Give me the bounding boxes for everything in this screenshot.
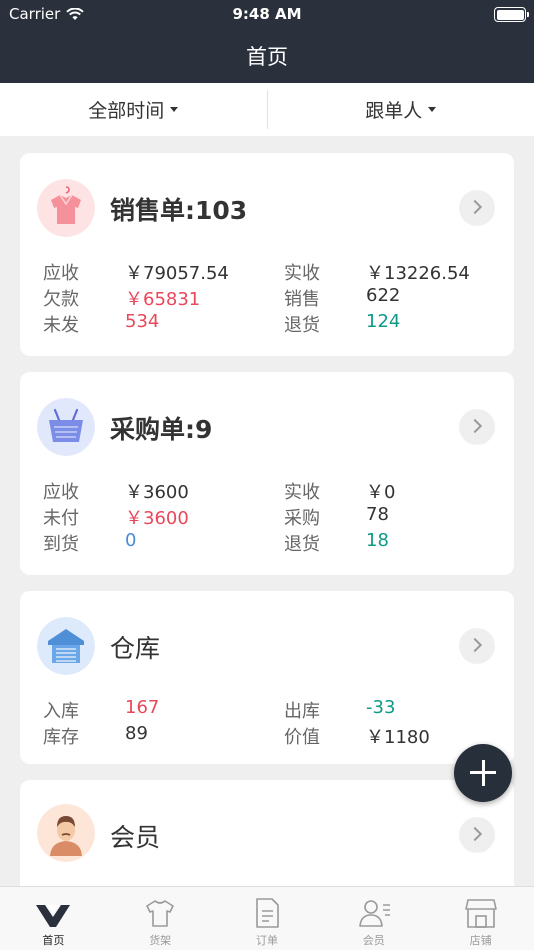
label: 出库 — [284, 701, 320, 722]
label: 未付 — [43, 508, 79, 529]
value: ￥1180 — [366, 727, 430, 748]
sales-row: 未发 534 退货 124 — [20, 311, 514, 337]
warehouse-card[interactable]: 仓库 入库 167 出库 -33 库存 89 价值 ￥1180 — [20, 591, 514, 764]
battery-icon — [494, 7, 529, 22]
status-time: 9:48 AM — [232, 5, 302, 23]
purchase-row: 未付 ￥3600 采购 78 — [20, 504, 514, 530]
purchase-order-card[interactable]: 采购单:9 应收 ￥3600 实收 ￥0 未付 ￥3600 采购 78 到货 0… — [20, 372, 514, 575]
label: 到货 — [43, 534, 79, 555]
label: 未发 — [43, 315, 79, 336]
label: 退货 — [284, 315, 320, 336]
label: 退货 — [284, 534, 320, 555]
time-filter-label: 全部时间 — [88, 100, 165, 122]
nav-bar: 首页 — [0, 28, 534, 83]
tab-label: 订单 — [255, 934, 278, 947]
value: 167 — [125, 697, 160, 718]
tshirt-icon — [146, 900, 174, 927]
follower-filter-label: 跟单人 — [365, 100, 423, 122]
warehouse-icon — [37, 617, 95, 675]
sales-order-card[interactable]: 销售单:103 应收 ￥79057.54 实收 ￥13226.54 欠款 ￥65… — [20, 153, 514, 356]
value: 124 — [366, 311, 401, 332]
status-bar: Carrier 9:48 AM — [0, 0, 534, 28]
member-avatar-icon — [37, 804, 95, 862]
tab-label: 店铺 — [469, 934, 492, 947]
value: ￥3600 — [125, 482, 189, 503]
value: 89 — [125, 723, 148, 744]
label: 库存 — [43, 727, 79, 748]
tab-label: 会员 — [362, 934, 385, 947]
warehouse-title: 仓库 — [110, 634, 161, 663]
time-filter-dropdown[interactable]: 全部时间 — [0, 83, 267, 136]
value: ￥65831 — [125, 289, 201, 310]
label: 应收 — [43, 263, 79, 284]
tab-shelf[interactable]: 货架 — [107, 887, 214, 950]
purchase-row: 到货 0 退货 18 — [20, 530, 514, 556]
chevron-right-icon[interactable] — [459, 409, 495, 445]
chevron-right-icon[interactable] — [459, 817, 495, 853]
value: 622 — [366, 285, 401, 306]
warehouse-row: 库存 89 价值 ￥1180 — [20, 723, 514, 749]
shirt-icon — [37, 179, 95, 237]
label: 实收 — [284, 482, 320, 503]
warehouse-row: 入库 167 出库 -33 — [20, 697, 514, 723]
tab-orders[interactable]: 订单 — [214, 887, 321, 950]
member-icon — [358, 900, 390, 927]
sales-row: 应收 ￥79057.54 实收 ￥13226.54 — [20, 259, 514, 285]
store-icon — [464, 899, 497, 928]
value: ￥3600 — [125, 508, 189, 529]
member-card[interactable]: 会员 — [20, 780, 514, 900]
filter-bar: 全部时间 跟单人 — [0, 83, 534, 136]
basket-icon — [37, 398, 95, 456]
tab-label: 货架 — [149, 934, 172, 947]
chevron-right-icon[interactable] — [459, 190, 495, 226]
label: 入库 — [43, 701, 79, 722]
sales-row: 欠款 ￥65831 销售 622 — [20, 285, 514, 311]
tab-bar: 首页 货架 订单 会员 店铺 — [0, 886, 534, 950]
value: ￥0 — [366, 482, 396, 503]
label: 采购 — [284, 508, 320, 529]
label: 销售 — [284, 289, 320, 310]
value: 78 — [366, 504, 389, 525]
value: 18 — [366, 530, 389, 551]
value: 534 — [125, 311, 160, 332]
home-logo-icon — [36, 905, 71, 927]
sales-order-title: 销售单:103 — [110, 196, 248, 225]
page-title: 首页 — [246, 45, 288, 69]
caret-down-icon — [428, 107, 437, 112]
label: 应收 — [43, 482, 79, 503]
value: 0 — [125, 530, 137, 551]
label: 欠款 — [43, 289, 79, 310]
tab-label: 首页 — [42, 934, 65, 947]
value: ￥79057.54 — [125, 263, 229, 284]
chevron-right-icon[interactable] — [459, 628, 495, 664]
value: ￥13226.54 — [366, 263, 470, 284]
value: -33 — [366, 697, 396, 718]
follower-filter-dropdown[interactable]: 跟单人 — [268, 83, 534, 136]
label: 实收 — [284, 263, 320, 284]
tab-members[interactable]: 会员 — [320, 887, 427, 950]
add-button[interactable] — [454, 744, 512, 802]
purchase-row: 应收 ￥3600 实收 ￥0 — [20, 478, 514, 504]
document-icon — [256, 898, 279, 928]
member-title: 会员 — [110, 823, 161, 852]
tab-home[interactable]: 首页 — [0, 887, 107, 950]
purchase-order-title: 采购单:9 — [110, 415, 213, 444]
caret-down-icon — [170, 107, 179, 112]
tab-store[interactable]: 店铺 — [427, 887, 534, 950]
label: 价值 — [284, 727, 320, 748]
